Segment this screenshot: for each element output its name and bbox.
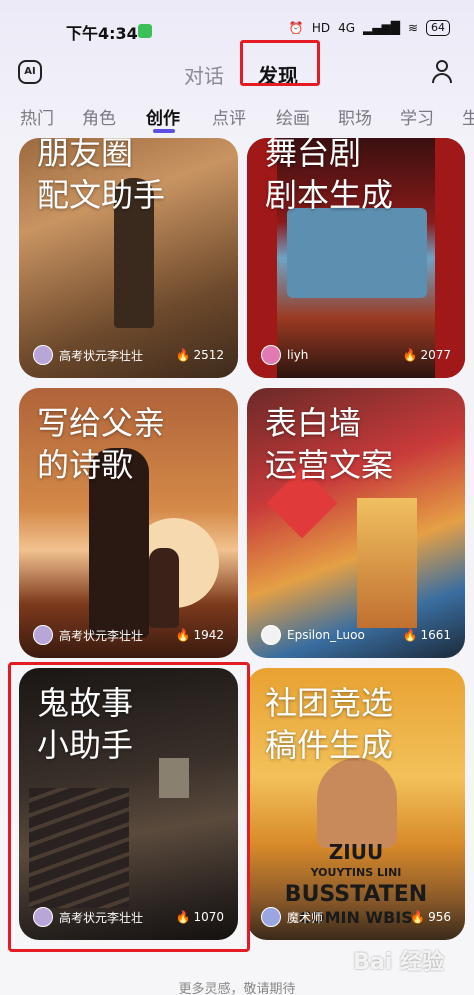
card-count: 956 <box>428 910 451 924</box>
card-footer: 高考状元李壮壮 🔥 1942 <box>33 624 224 646</box>
app-notification-icon <box>138 24 152 38</box>
category-tabs: 热门 角色 创作 点评 绘画 职场 学习 生 <box>0 104 474 134</box>
active-category-indicator <box>153 129 175 133</box>
singer-figure <box>317 758 397 848</box>
category-more[interactable]: 生 <box>462 104 474 129</box>
card-title: 表白墙 运营文案 <box>265 404 394 484</box>
poster-line1: ZIUU <box>328 840 384 864</box>
card-title: 写给父亲 的诗歌 <box>37 404 166 484</box>
signal-icon: ▂▄▆█ <box>363 21 400 35</box>
category-review[interactable]: 点评 <box>212 104 246 129</box>
fire-icon: 🔥 <box>175 628 191 642</box>
poster-line2: YOUYTINS LINI <box>310 866 402 879</box>
status-bar: 下午4:34 ⏰ HD 4G ▂▄▆█ ≋ 64 <box>0 0 474 58</box>
app-screen: 下午4:34 ⏰ HD 4G ▂▄▆█ ≋ 64 AI 对话 发现 热门 角色 … <box>0 0 474 995</box>
fire-icon: 🔥 <box>410 910 426 924</box>
fire-icon: 🔥 <box>402 348 418 362</box>
highlight-box-discover <box>240 40 320 86</box>
card-author: liyh <box>287 348 309 362</box>
card-footer: 高考状元李壮壮 🔥 2512 <box>33 344 224 366</box>
corridor <box>357 498 417 628</box>
card-count: 2512 <box>193 348 224 362</box>
category-hot[interactable]: 热门 <box>20 104 54 129</box>
battery-icon: 64 <box>426 20 450 36</box>
card-footer: liyh 🔥 2077 <box>261 344 451 366</box>
card-count: 1942 <box>193 628 224 642</box>
highlight-box-ghost-story <box>8 662 250 952</box>
card-footer: Epsilon_Luoo 🔥 1661 <box>261 624 451 646</box>
card-footer: 魔术师 🔥 956 <box>261 906 451 928</box>
network-icon: 4G <box>338 21 356 35</box>
curtain-right <box>435 138 465 378</box>
card-author: 高考状元李壮壮 <box>59 628 144 643</box>
category-create[interactable]: 创作 <box>146 104 180 129</box>
child-silhouette <box>149 548 179 628</box>
tab-dialog[interactable]: 对话 <box>184 60 224 89</box>
card-club-election-speech[interactable]: ZIUU YOUYTINS LINI BUSSTATEN COMIN WBIS … <box>247 668 465 940</box>
card-author: 魔术师 <box>287 910 324 925</box>
card-moments-caption[interactable]: 朋友圈 配文助手 高考状元李壮壮 🔥 2512 <box>19 138 238 378</box>
poster-line3: BUSSTATEN <box>284 882 428 907</box>
avatar <box>261 907 281 927</box>
card-title: 舞台剧 剧本生成 <box>265 138 394 214</box>
fire-icon: 🔥 <box>175 348 191 362</box>
card-poem-for-father[interactable]: 写给父亲 的诗歌 高考状元李壮壮 🔥 1942 <box>19 388 238 658</box>
user-profile-icon[interactable] <box>430 58 454 86</box>
stage-backdrop <box>287 208 427 298</box>
card-count: 2077 <box>420 348 451 362</box>
avatar <box>33 625 53 645</box>
card-author: Epsilon_Luoo <box>287 628 365 642</box>
card-author: 高考状元李壮壮 <box>59 348 144 363</box>
avatar <box>261 345 281 365</box>
card-count: 1661 <box>420 628 451 642</box>
footer-note: 更多灵感，敬请期待 <box>178 982 296 995</box>
category-role[interactable]: 角色 <box>82 104 116 129</box>
fire-icon: 🔥 <box>402 628 418 642</box>
alarm-icon: ⏰ <box>288 21 304 35</box>
status-time: 下午4:34 <box>66 24 138 43</box>
avatar <box>261 625 281 645</box>
watermark: Bai 经验 <box>353 950 444 975</box>
card-confession-wall[interactable]: 表白墙 运营文案 Epsilon_Luoo 🔥 1661 <box>247 388 465 658</box>
wifi-icon: ≋ <box>407 21 418 35</box>
app-logo-icon[interactable]: AI <box>18 60 42 84</box>
category-workplace[interactable]: 职场 <box>338 104 372 129</box>
avatar <box>33 345 53 365</box>
status-icons: ⏰ HD 4G ▂▄▆█ ≋ 64 <box>289 20 450 36</box>
card-title: 社团竞选 稿件生成 <box>265 684 394 764</box>
category-drawing[interactable]: 绘画 <box>276 104 310 129</box>
category-study[interactable]: 学习 <box>400 104 434 129</box>
card-stage-script[interactable]: 舞台剧 剧本生成 liyh 🔥 2077 <box>247 138 465 378</box>
hd-icon: HD <box>311 21 331 35</box>
card-title: 朋友圈 配文助手 <box>37 138 166 214</box>
